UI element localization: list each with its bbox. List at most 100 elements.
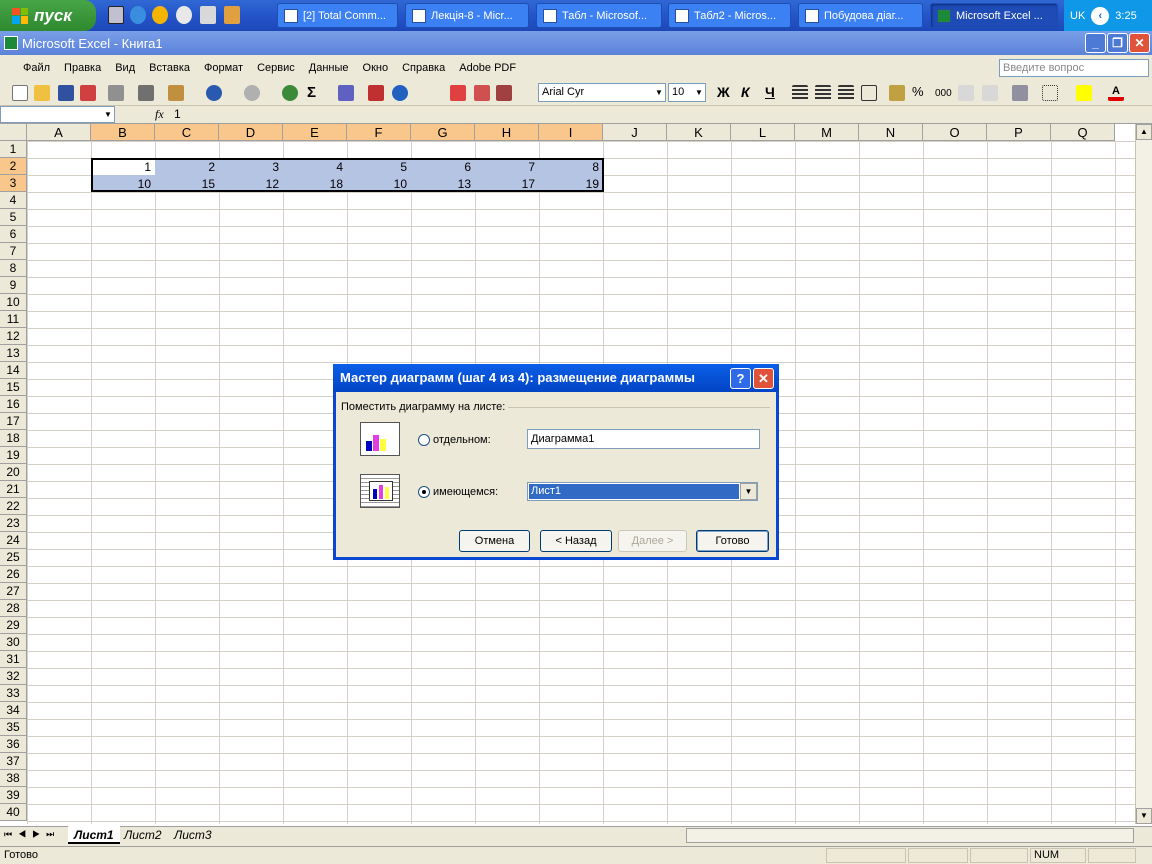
menu-tools[interactable]: Сервис <box>250 62 302 74</box>
cell[interactable]: 15 <box>155 176 219 193</box>
row-header-17[interactable]: 17 <box>0 413 27 430</box>
column-header-h[interactable]: H <box>475 124 539 141</box>
currency-icon[interactable] <box>889 85 905 101</box>
scroll-down-icon[interactable]: ▼ <box>1136 808 1152 824</box>
save-icon[interactable] <box>58 85 74 101</box>
font-name-select[interactable]: Arial Cyr ▼ <box>538 83 666 102</box>
row-header-12[interactable]: 12 <box>0 328 27 345</box>
column-header-o[interactable]: O <box>923 124 987 141</box>
cell[interactable]: 19 <box>539 176 603 193</box>
internet-explorer-icon[interactable] <box>130 6 146 24</box>
restore-button[interactable]: ❐ <box>1107 33 1128 53</box>
horizontal-scrollbar[interactable] <box>686 828 1134 843</box>
row-header-15[interactable]: 15 <box>0 379 27 396</box>
autosum-icon[interactable]: Σ <box>307 84 316 101</box>
column-header-j[interactable]: J <box>603 124 667 141</box>
menu-window[interactable]: Окно <box>356 62 396 74</box>
sort-icon[interactable] <box>338 85 354 101</box>
row-header-18[interactable]: 18 <box>0 430 27 447</box>
next-button[interactable]: Далее > <box>618 530 687 552</box>
cell[interactable]: 5 <box>347 159 411 176</box>
taskbar-button-tabl2[interactable]: Табл2 - Micros... <box>668 3 791 28</box>
minimize-button[interactable]: _ <box>1085 33 1106 53</box>
cell[interactable]: 12 <box>219 176 283 193</box>
align-right-icon[interactable] <box>838 85 854 101</box>
font-size-select[interactable]: 10 ▼ <box>668 83 706 102</box>
show-desktop-icon[interactable] <box>108 6 124 24</box>
excel-app-icon[interactable] <box>4 36 18 50</box>
row-header-36[interactable]: 36 <box>0 736 27 753</box>
percent-button[interactable]: % <box>912 84 924 99</box>
row-header-1[interactable]: 1 <box>0 141 27 158</box>
row-header-2[interactable]: 2 <box>0 158 27 175</box>
row-header-31[interactable]: 31 <box>0 651 27 668</box>
row-header-32[interactable]: 32 <box>0 668 27 685</box>
column-header-p[interactable]: P <box>987 124 1051 141</box>
preview-icon[interactable] <box>138 85 154 101</box>
cell[interactable]: 7 <box>475 159 539 176</box>
taskbar-button-pobudova[interactable]: Побудова діаг... <box>798 3 923 28</box>
row-header-38[interactable]: 38 <box>0 770 27 787</box>
chart-wizard-icon[interactable] <box>368 85 384 101</box>
row-header-3[interactable]: 3 <box>0 175 27 192</box>
chevron-down-icon[interactable]: ▼ <box>740 483 757 500</box>
align-center-icon[interactable] <box>815 85 831 101</box>
row-header-7[interactable]: 7 <box>0 243 27 260</box>
row-header-19[interactable]: 19 <box>0 447 27 464</box>
menu-edit[interactable]: Правка <box>57 62 108 74</box>
radio-existing-sheet[interactable] <box>418 486 430 498</box>
cell[interactable]: 8 <box>539 159 603 176</box>
select-all-corner[interactable] <box>0 124 27 141</box>
cell[interactable]: 10 <box>91 176 155 193</box>
row-header-11[interactable]: 11 <box>0 311 27 328</box>
font-color-icon[interactable]: A <box>1108 85 1124 101</box>
menu-insert[interactable]: Вставка <box>142 62 197 74</box>
sheet-tab-3[interactable]: Лист3 <box>168 826 218 844</box>
cell[interactable]: 13 <box>411 176 475 193</box>
undo-icon[interactable] <box>206 85 222 101</box>
borders-icon[interactable] <box>1042 85 1058 101</box>
row-header-14[interactable]: 14 <box>0 362 27 379</box>
column-header-d[interactable]: D <box>219 124 283 141</box>
row-header-13[interactable]: 13 <box>0 345 27 362</box>
name-box[interactable]: ▼ <box>0 106 115 123</box>
bold-button[interactable]: Ж <box>717 84 730 100</box>
sheet-tab-1[interactable]: Лист1 <box>68 826 120 844</box>
row-header-9[interactable]: 9 <box>0 277 27 294</box>
cell[interactable]: 2 <box>155 159 219 176</box>
cell[interactable]: 17 <box>475 176 539 193</box>
row-header-8[interactable]: 8 <box>0 260 27 277</box>
decrease-decimal-icon[interactable] <box>982 85 998 101</box>
row-header-27[interactable]: 27 <box>0 583 27 600</box>
taskbar-button-total-commander[interactable]: [2] Total Comm... <box>277 3 398 28</box>
finish-button[interactable]: Готово <box>696 530 769 552</box>
row-header-40[interactable]: 40 <box>0 804 27 821</box>
column-header-k[interactable]: K <box>667 124 731 141</box>
dialog-help-button[interactable]: ? <box>730 368 751 389</box>
menu-view[interactable]: Вид <box>108 62 142 74</box>
menu-adobe-pdf[interactable]: Adobe PDF <box>452 62 523 74</box>
row-header-22[interactable]: 22 <box>0 498 27 515</box>
row-header-37[interactable]: 37 <box>0 753 27 770</box>
row-header-23[interactable]: 23 <box>0 515 27 532</box>
row-header-5[interactable]: 5 <box>0 209 27 226</box>
row-header-39[interactable]: 39 <box>0 787 27 804</box>
underline-button[interactable]: Ч <box>765 84 775 100</box>
fill-color-icon[interactable] <box>1076 85 1092 101</box>
column-header-l[interactable]: L <box>731 124 795 141</box>
row-header-28[interactable]: 28 <box>0 600 27 617</box>
ask-question-input[interactable]: Введите вопрос <box>999 59 1149 77</box>
media-player-icon[interactable] <box>152 6 168 24</box>
cell[interactable]: 18 <box>283 176 347 193</box>
cell[interactable]: 3 <box>219 159 283 176</box>
row-header-34[interactable]: 34 <box>0 702 27 719</box>
paste-icon[interactable] <box>168 85 184 101</box>
redo-icon[interactable] <box>244 85 260 101</box>
column-header-c[interactable]: C <box>155 124 219 141</box>
fx-label[interactable]: fx <box>155 107 164 122</box>
open-icon[interactable] <box>34 85 50 101</box>
row-header-30[interactable]: 30 <box>0 634 27 651</box>
row-header-21[interactable]: 21 <box>0 481 27 498</box>
indent-icon[interactable] <box>1012 85 1028 101</box>
help-icon[interactable] <box>392 85 408 101</box>
